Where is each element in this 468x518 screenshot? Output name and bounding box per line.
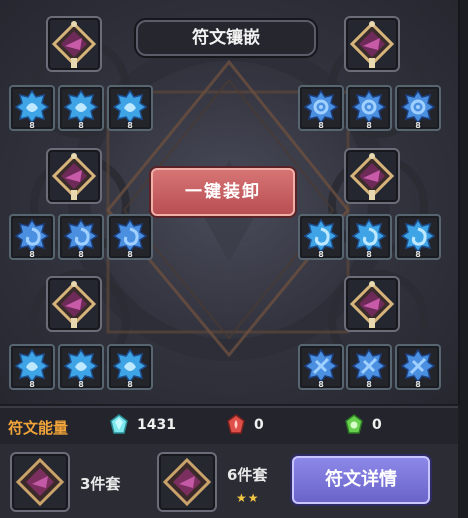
rune-set-icon xyxy=(162,457,212,507)
rune-gem-icon xyxy=(401,90,435,124)
socket-level: 8 xyxy=(29,250,35,259)
rune-slot[interactable] xyxy=(344,276,400,332)
green-energy-value: 0 xyxy=(372,417,382,433)
cyan-energy: 1431 xyxy=(110,414,176,434)
cyan-energy-value: 1431 xyxy=(137,417,176,433)
rune-socket[interactable]: 8 xyxy=(9,344,55,390)
rune-gem-icon xyxy=(304,219,338,253)
rune-set-icon xyxy=(15,457,65,507)
socket-level: 8 xyxy=(78,121,84,130)
rune-emblem-icon xyxy=(51,21,97,68)
green-energy: 0 xyxy=(345,414,382,434)
rune-gem-icon xyxy=(64,349,98,383)
rune-slot[interactable] xyxy=(344,16,400,72)
red-energy-value: 0 xyxy=(254,417,264,433)
rune-socket[interactable]: 8 xyxy=(298,214,344,260)
set-3-rune-slot[interactable] xyxy=(10,452,70,512)
rune-socket[interactable]: 8 xyxy=(298,344,344,390)
set-6-rune-slot[interactable] xyxy=(157,452,217,512)
rune-slot[interactable] xyxy=(46,148,102,204)
rune-gem-icon xyxy=(304,349,338,383)
rune-socket[interactable]: 8 xyxy=(9,214,55,260)
rune-gem-icon xyxy=(113,90,147,124)
rune-emblem-icon xyxy=(349,153,395,200)
rune-socket[interactable]: 8 xyxy=(9,85,55,131)
rune-socket[interactable]: 8 xyxy=(298,85,344,131)
green-crystal-icon xyxy=(345,414,363,434)
rune-socket[interactable]: 8 xyxy=(395,344,441,390)
rune-socket[interactable]: 8 xyxy=(58,344,104,390)
rune-slot[interactable] xyxy=(46,276,102,332)
rune-socket[interactable]: 8 xyxy=(395,85,441,131)
socket-level: 8 xyxy=(127,250,133,259)
socket-level: 8 xyxy=(415,250,421,259)
rune-gem-icon xyxy=(15,90,49,124)
rune-gem-icon xyxy=(352,90,386,124)
rune-gem-icon xyxy=(113,349,147,383)
socket-level: 8 xyxy=(318,380,324,389)
rune-gem-icon xyxy=(15,349,49,383)
socket-level: 8 xyxy=(127,380,133,389)
rune-gem-icon xyxy=(401,219,435,253)
set-3-label: 3件套 xyxy=(80,475,121,493)
energy-label: 符文能量 xyxy=(8,419,69,437)
socket-level: 8 xyxy=(78,250,84,259)
socket-level: 8 xyxy=(366,250,372,259)
red-crystal-icon xyxy=(227,414,245,434)
rune-gem-icon xyxy=(401,349,435,383)
cyan-crystal-icon xyxy=(110,414,128,434)
set-6-stars: ★★ xyxy=(236,491,260,505)
rune-socket[interactable]: 8 xyxy=(107,344,153,390)
rune-socket[interactable]: 8 xyxy=(395,214,441,260)
socket-level: 8 xyxy=(366,121,372,130)
page-title: 符文镶嵌 xyxy=(136,20,316,56)
socket-level: 8 xyxy=(318,121,324,130)
rune-gem-icon xyxy=(304,90,338,124)
rune-energy-bar: 符文能量 1431 0 0 xyxy=(0,406,458,444)
rune-emblem-icon xyxy=(51,153,97,200)
rune-socket[interactable]: 8 xyxy=(346,85,392,131)
rune-emblem-icon xyxy=(349,21,395,68)
rune-gem-icon xyxy=(352,349,386,383)
one-click-unload-button[interactable]: 一键装卸 xyxy=(151,168,295,216)
rune-slot[interactable] xyxy=(344,148,400,204)
socket-level: 8 xyxy=(127,121,133,130)
set-6-label: 6件套 xyxy=(227,466,268,484)
rune-emblem-icon xyxy=(51,281,97,328)
rune-socket[interactable]: 8 xyxy=(107,85,153,131)
rune-details-button[interactable]: 符文详情 xyxy=(292,456,430,504)
rune-gem-icon xyxy=(64,90,98,124)
socket-level: 8 xyxy=(78,380,84,389)
rune-gem-icon xyxy=(352,219,386,253)
socket-level: 8 xyxy=(29,380,35,389)
socket-level: 8 xyxy=(318,250,324,259)
rune-socket[interactable]: 8 xyxy=(346,344,392,390)
socket-level: 8 xyxy=(415,121,421,130)
rune-set-bar: 3件套 6件套 ★★ 符文详情 xyxy=(0,444,458,518)
rune-gem-icon xyxy=(113,219,147,253)
rune-socket[interactable]: 8 xyxy=(58,214,104,260)
socket-level: 8 xyxy=(366,380,372,389)
socket-level: 8 xyxy=(29,121,35,130)
rune-socket[interactable]: 8 xyxy=(58,85,104,131)
rune-slot[interactable] xyxy=(46,16,102,72)
rune-gem-icon xyxy=(64,219,98,253)
rune-socket[interactable]: 8 xyxy=(346,214,392,260)
rune-emblem-icon xyxy=(349,281,395,328)
rune-socket[interactable]: 8 xyxy=(107,214,153,260)
socket-level: 8 xyxy=(415,380,421,389)
rune-gem-icon xyxy=(15,219,49,253)
red-energy: 0 xyxy=(227,414,264,434)
